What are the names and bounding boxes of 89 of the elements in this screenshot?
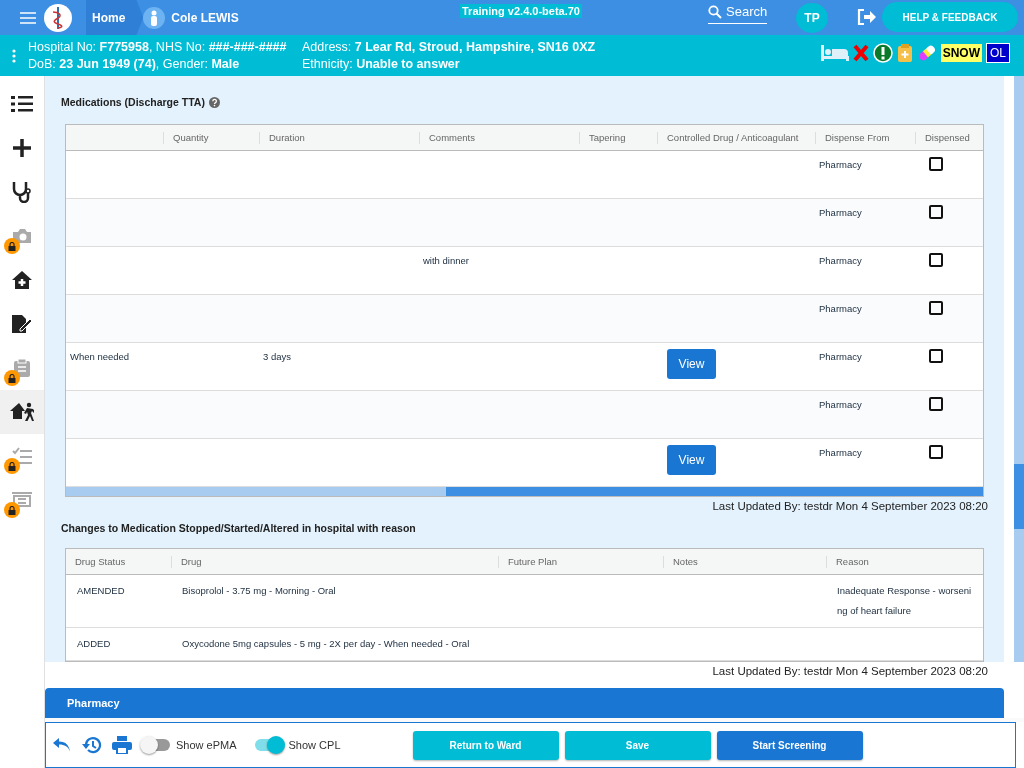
help-icon — [208, 96, 220, 108]
home-link[interactable]: Home — [86, 0, 144, 35]
last-updated: Last Updated By: testdr Mon 4 September 2023 08:20 — [712, 665, 988, 677]
lock-icon — [8, 241, 16, 251]
table-cell: Pharmacy — [819, 255, 862, 266]
pill-icon — [916, 44, 937, 62]
dispensed-checkbox[interactable] — [929, 157, 943, 171]
search-label: Search — [726, 4, 768, 19]
clipboard-icon — [13, 358, 31, 378]
house-walking-person-icon — [10, 402, 34, 422]
print-icon — [112, 736, 132, 754]
column-header[interactable]: Dispensed — [915, 131, 983, 144]
table-cell: Bisoprolol - 3.75 mg - Morning - Oral — [182, 585, 336, 596]
column-header[interactable]: Dispense From — [815, 131, 915, 144]
section-title: Medications (Discharge TTA) — [61, 96, 205, 108]
search-icon — [708, 4, 722, 19]
last-updated: Last Updated By: testdr Mon 4 September 2023 08:20 — [712, 500, 988, 512]
clipboard-plus-icon — [896, 43, 913, 63]
dob-gender: DoB: 23 Jun 1949 (74), Gender: Male — [28, 57, 241, 71]
toggle-label: Show ePMA — [176, 739, 237, 751]
dispensed-checkbox[interactable] — [929, 253, 943, 267]
caduceus-icon — [51, 6, 65, 29]
column-header[interactable]: Comments — [419, 131, 579, 144]
sidebar-item[interactable] — [0, 390, 44, 434]
table-cell: Inadequate Response - worsening of heart failure — [837, 585, 972, 616]
dispensed-checkbox[interactable] — [929, 445, 943, 459]
search-link[interactable]: Search — [708, 4, 768, 24]
list-icon — [11, 95, 33, 113]
action-button[interactable]: Start Screening — [716, 730, 863, 760]
cross-icon — [852, 44, 869, 62]
table-cell: with dinner — [423, 255, 469, 266]
column-header[interactable]: Controlled Drug / Anticoagulant — [657, 131, 815, 144]
toggle-switch[interactable] — [254, 739, 283, 751]
horizontal-scrollbar[interactable] — [66, 487, 983, 496]
dispensed-checkbox[interactable] — [929, 205, 943, 219]
section-title: Changes to Medication Stopped/Started/Altered in hospital with reason — [61, 522, 416, 534]
person-icon — [143, 6, 166, 29]
menu-icon — [20, 11, 36, 24]
hospital-nhs-numbers: Hospital No: F775958, NHS No: ###-###-#### — [28, 40, 288, 54]
table-cell: AMENDED — [77, 585, 125, 596]
table-cell: ADDED — [77, 638, 111, 649]
dispensed-checkbox[interactable] — [929, 349, 943, 363]
column-header[interactable]: Future Plan — [498, 555, 663, 568]
table-cell: When needed — [70, 351, 130, 362]
document-edit-icon — [11, 314, 33, 334]
dispensed-checkbox[interactable] — [929, 301, 943, 315]
patient-name: Cole LEWIS — [171, 10, 239, 25]
hospital-logo[interactable] — [44, 3, 72, 32]
lock-icon — [8, 461, 16, 471]
plus-icon — [12, 138, 32, 158]
pharmacy-panel-header[interactable]: Pharmacy — [45, 688, 1004, 718]
patient-address: Address: 7 Lear Rd, Stroud, Hampshire, SN16 0XZ — [302, 40, 596, 54]
bed-icon — [820, 45, 849, 61]
toggle-label: Show CPL — [288, 739, 341, 751]
column-header[interactable]: Quantity — [163, 131, 259, 144]
column-header[interactable]: Notes — [663, 555, 826, 568]
view-button[interactable]: View — [667, 445, 716, 475]
version-badge: Training v2.4.0-beta.70 — [460, 4, 582, 18]
exclamation-icon — [872, 43, 893, 63]
table-cell: Oxycodone 5mg capsules - 5 mg - 2X per day - When needed - Oral — [182, 638, 470, 649]
house-plus-icon — [11, 270, 33, 290]
table-cell: Pharmacy — [819, 159, 862, 170]
alert-tag: SNOW — [940, 44, 982, 62]
dispensed-checkbox[interactable] — [929, 397, 943, 411]
view-button[interactable]: View — [667, 349, 716, 379]
alert-tag: OL — [986, 43, 1010, 63]
logout-icon — [857, 9, 877, 25]
table-cell: Pharmacy — [819, 399, 862, 410]
toggle-switch[interactable] — [142, 739, 170, 751]
table-cell: 3 days — [263, 351, 291, 362]
lock-icon — [8, 373, 16, 383]
checklist-icon — [12, 447, 32, 465]
table-cell: Pharmacy — [819, 207, 862, 218]
patient-ethnicity: Ethnicity: Unable to answer — [302, 57, 461, 71]
column-header[interactable]: Tapering — [579, 131, 657, 144]
lock-icon — [8, 505, 16, 515]
history-icon — [82, 735, 102, 755]
column-header[interactable]: Drug Status — [66, 555, 171, 568]
table-cell: Pharmacy — [819, 303, 862, 314]
undo-icon — [52, 736, 72, 754]
stethoscope-icon — [12, 181, 32, 203]
column-header[interactable]: Reason — [826, 555, 983, 568]
camera-icon — [12, 228, 32, 244]
table-cell: Pharmacy — [819, 351, 862, 362]
vertical-scrollbar[interactable] — [1014, 76, 1024, 662]
column-header[interactable]: Drug — [171, 555, 498, 568]
column-header[interactable]: Duration — [259, 131, 419, 144]
table-cell: Pharmacy — [819, 447, 862, 458]
more-vertical-icon — [12, 48, 16, 63]
